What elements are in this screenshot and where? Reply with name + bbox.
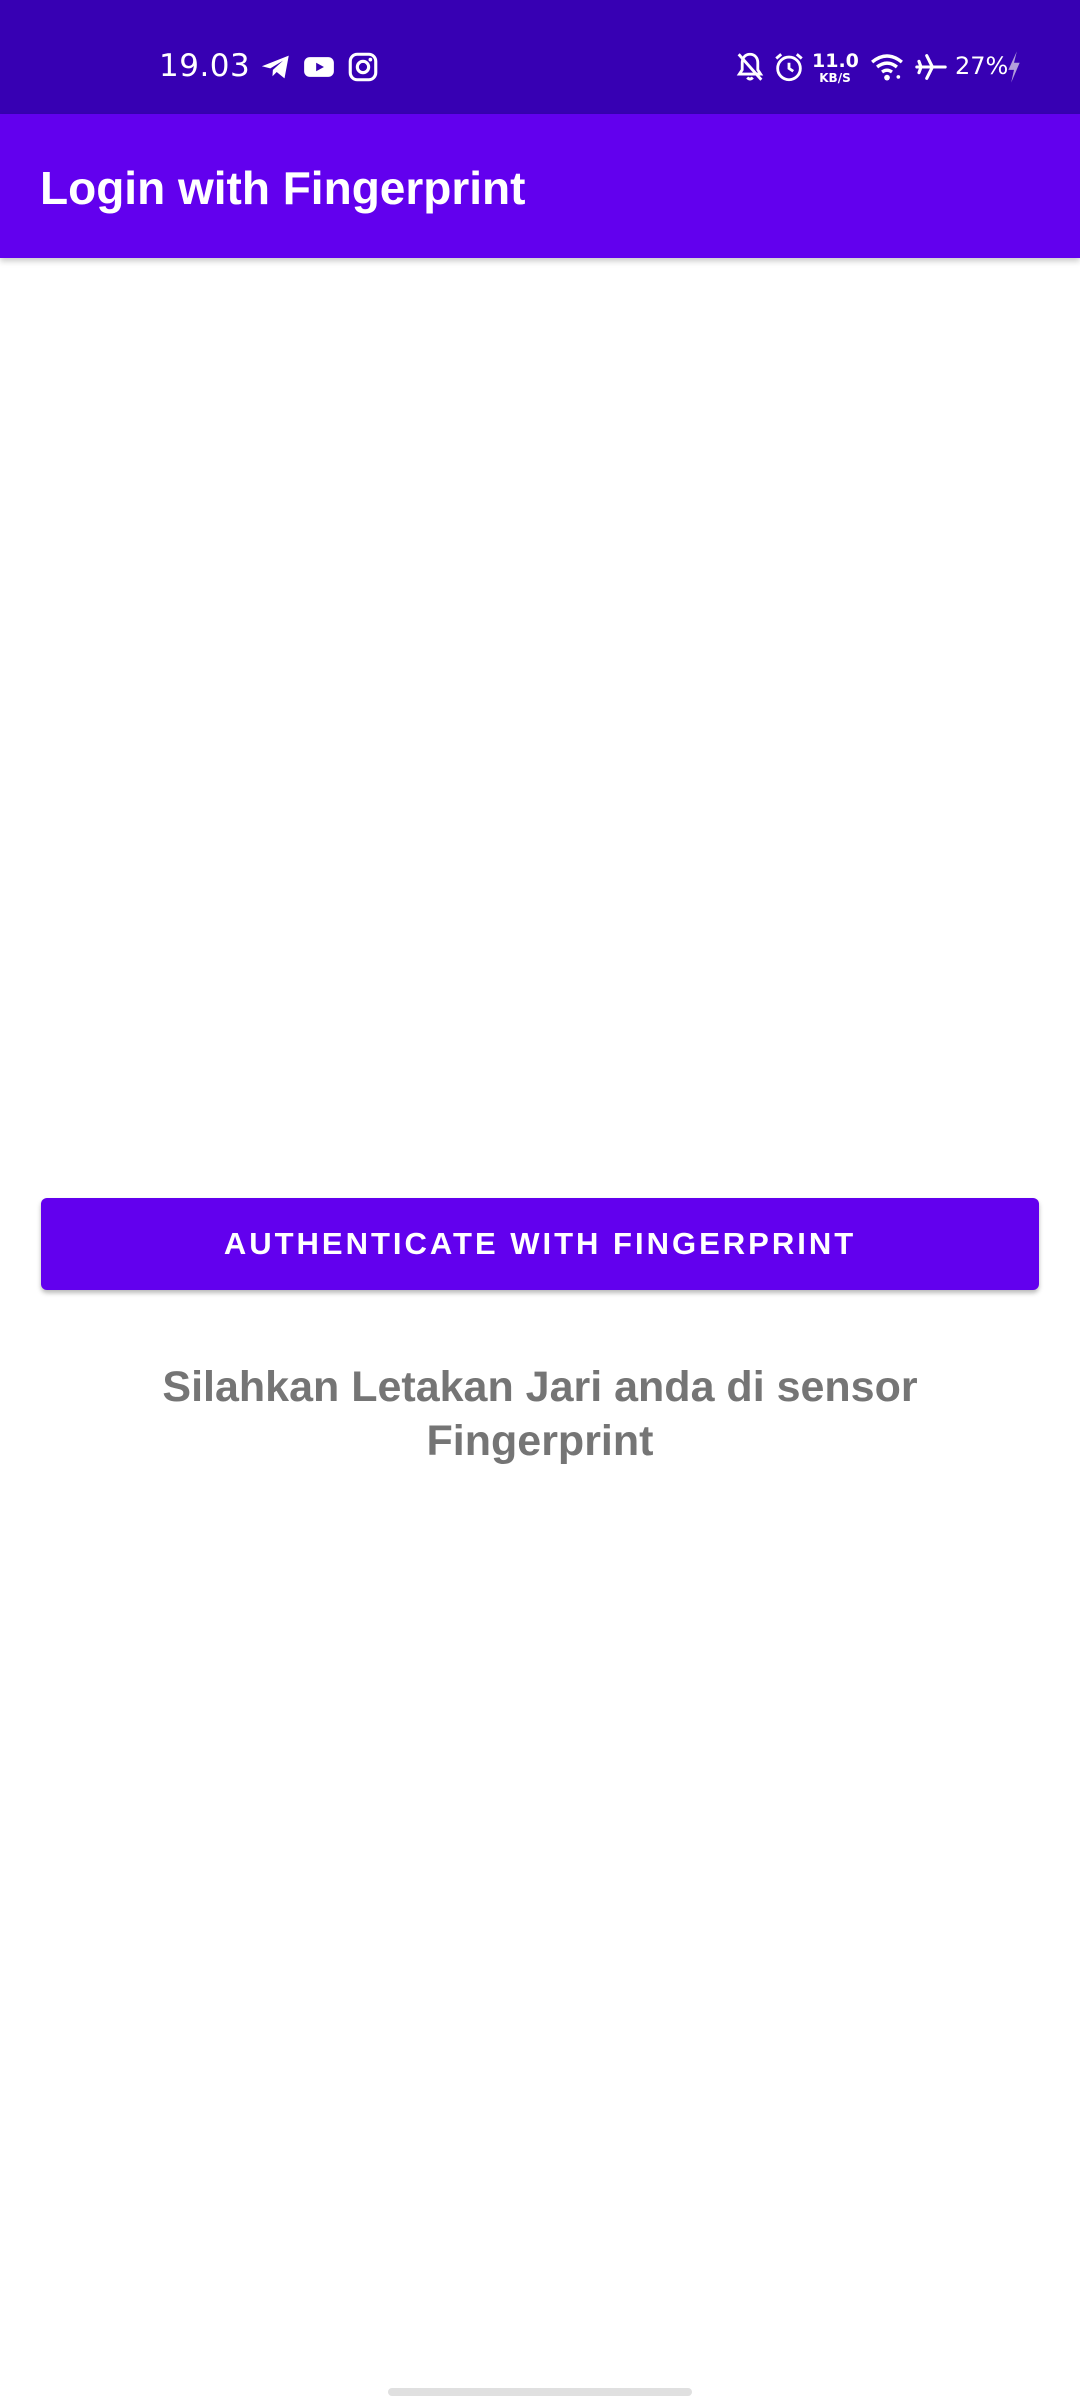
app-bar: Login with Fingerprint [0,114,1080,258]
app-title: Login with Fingerprint [40,162,526,214]
network-speed: 11.0 KB/S [812,50,859,86]
screen: 19.03 11.0 KB/S 27% Login with Fingerpri… [0,0,1080,2400]
navigation-gesture-handle[interactable] [388,2388,692,2396]
status-time: 19.03 [159,48,251,84]
instagram-icon [346,50,380,84]
instruction-text: Silahkan Letakan Jari anda di sensor Fin… [162,1363,918,1465]
battery-percent: 27% [955,52,1009,80]
charging-icon [1005,50,1023,84]
authenticate-fingerprint-button[interactable]: AUTHENTICATE WITH FINGERPRINT [41,1198,1039,1290]
telegram-icon [259,50,293,84]
youtube-icon [302,50,336,84]
wifi-icon [868,50,906,84]
status-bar: 19.03 11.0 KB/S 27% [0,0,1080,114]
airplane-icon [912,50,950,84]
alarm-icon [772,50,806,84]
bell-off-icon [733,50,767,84]
